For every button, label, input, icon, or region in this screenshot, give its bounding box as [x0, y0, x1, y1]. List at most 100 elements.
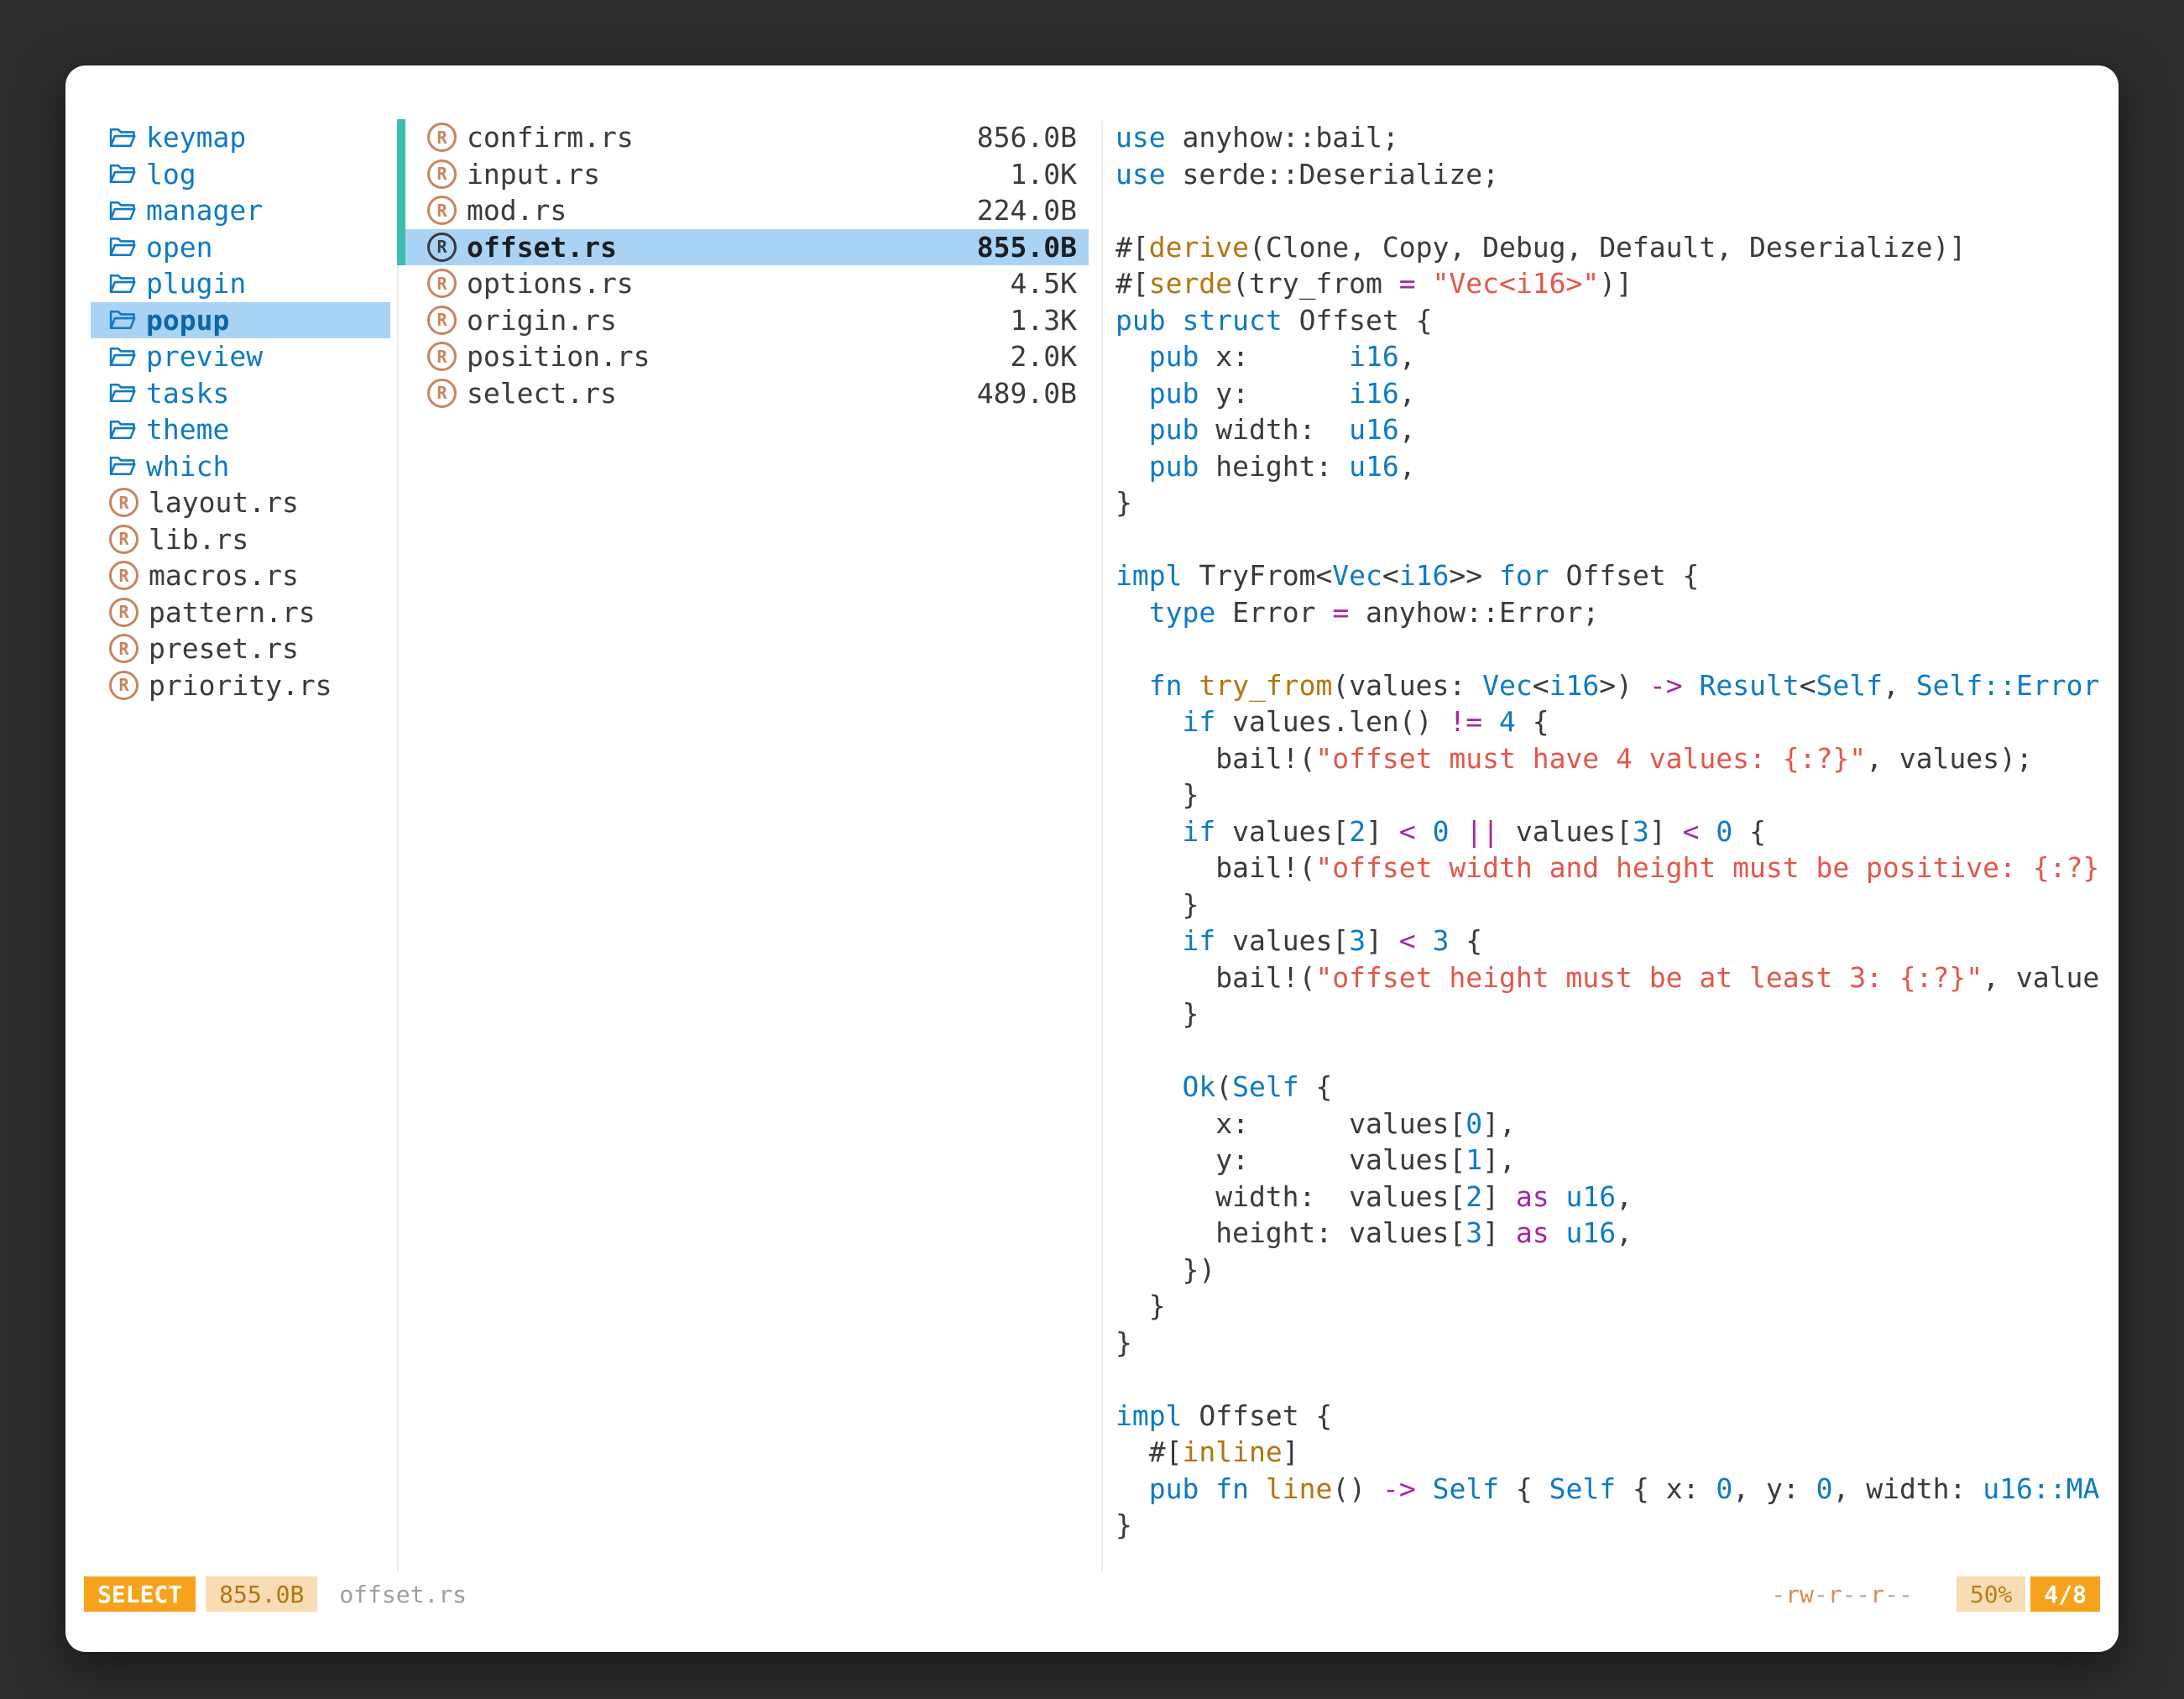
current-pane: confirm.rs 856.0B input.rs 1.0K — [397, 119, 1089, 411]
dir-entry-row[interactable]: popup — [91, 302, 390, 339]
code-line: if values.len() != 4 { — [1116, 703, 2119, 740]
code-line: if values[3] < 3 { — [1116, 923, 2119, 959]
file-size: 1.3K — [1011, 304, 1077, 337]
dir-entry-row[interactable]: pattern.rs — [91, 594, 390, 631]
code-line: } — [1116, 484, 2119, 521]
mode-badge: SELECT — [84, 1576, 196, 1612]
preview-pane: use anyhow::bail;use serde::Deserialize;… — [1102, 119, 2119, 1560]
folder-open-icon — [109, 453, 136, 478]
code-line: } — [1116, 886, 2119, 923]
code-line: Ok(Self { — [1116, 1069, 2119, 1106]
dir-entry-row[interactable]: which — [91, 448, 390, 485]
status-bar: SELECT 855.0B offset.rs -rw-r--r-- 50% 4… — [84, 1576, 2100, 1612]
dir-entry-row[interactable]: macros.rs — [91, 557, 390, 594]
code-line: pub fn line() -> Self { Self { x: 0, y: … — [1116, 1471, 2119, 1508]
dir-entry-row[interactable]: tasks — [91, 375, 390, 412]
marked-indicator — [397, 265, 405, 302]
entry-name: priority.rs — [149, 669, 332, 702]
file-row[interactable]: select.rs 489.0B — [397, 375, 1089, 412]
rust-icon — [427, 269, 457, 298]
code-line — [1116, 1361, 2119, 1398]
code-line: bail!("offset width and height must be p… — [1116, 850, 2119, 886]
code-line: #[inline] — [1116, 1434, 2119, 1471]
folder-open-icon — [109, 380, 136, 405]
dir-entry-row[interactable]: open — [91, 229, 390, 266]
file-size: 1.0K — [1011, 158, 1077, 191]
code-line: pub height: u16, — [1116, 448, 2119, 485]
code-line: bail!("offset height must be at least 3:… — [1116, 959, 2119, 996]
entry-name: open — [146, 231, 212, 264]
entry-name: layout.rs — [149, 486, 299, 519]
dir-entry-row[interactable]: plugin — [91, 265, 390, 302]
code-line: fn try_from(values: Vec<i16>) -> Result<… — [1116, 667, 2119, 704]
code-line: } — [1116, 1288, 2119, 1325]
marked-indicator — [397, 156, 405, 193]
file-row-body: position.rs 2.0K — [405, 338, 1089, 375]
code-line — [1116, 521, 2119, 558]
entry-name: popup — [146, 304, 229, 337]
file-row-body: mod.rs 224.0B — [405, 192, 1089, 229]
status-filename: offset.rs — [339, 1581, 467, 1608]
entry-name: manager — [146, 194, 263, 227]
rust-icon — [109, 488, 138, 517]
entry-name: which — [146, 450, 229, 483]
entry-name: macros.rs — [149, 559, 299, 592]
marked-indicator — [397, 338, 405, 375]
entry-name: theme — [146, 413, 229, 446]
entry-name: preview — [146, 340, 263, 373]
file-row-body: options.rs 4.5K — [405, 265, 1089, 302]
entry-name: keymap — [146, 121, 246, 154]
code-line: x: values[0], — [1116, 1106, 2119, 1142]
dir-entry-row[interactable]: keymap — [91, 119, 390, 156]
permissions: -rw-r--r-- — [1771, 1581, 1913, 1608]
file-size: 2.0K — [1011, 340, 1077, 373]
code-line: bail!("offset must have 4 values: {:?}",… — [1116, 740, 2119, 777]
rust-icon — [427, 342, 457, 371]
file-manager-window: keymap log manager — [65, 65, 2119, 1652]
rust-icon — [427, 123, 457, 152]
file-row[interactable]: input.rs 1.0K — [397, 156, 1089, 193]
code-line: } — [1116, 1507, 2119, 1544]
rust-icon — [109, 561, 138, 590]
rust-icon — [109, 598, 138, 627]
file-row-body: offset.rs 855.0B — [405, 229, 1089, 266]
dir-entry-row[interactable]: log — [91, 156, 390, 193]
file-row[interactable]: options.rs 4.5K — [397, 265, 1089, 302]
dir-entry-row[interactable]: preset.rs — [91, 630, 390, 667]
file-row[interactable]: mod.rs 224.0B — [397, 192, 1089, 229]
file-row-body: input.rs 1.0K — [405, 156, 1089, 193]
folder-open-icon — [109, 271, 136, 296]
file-size: 4.5K — [1011, 267, 1077, 300]
rust-icon — [109, 634, 138, 663]
rust-icon — [427, 306, 457, 335]
code-line: if values[2] < 0 || values[3] < 0 { — [1116, 813, 2119, 850]
file-row[interactable]: position.rs 2.0K — [397, 338, 1089, 375]
entry-name: lib.rs — [149, 523, 248, 556]
dir-entry-row[interactable]: manager — [91, 192, 390, 229]
code-line: y: values[1], — [1116, 1142, 2119, 1179]
file-row[interactable]: origin.rs 1.3K — [397, 302, 1089, 339]
code-line: } — [1116, 1325, 2119, 1362]
code-line: type Error = anyhow::Error; — [1116, 594, 2119, 631]
folder-open-icon — [109, 125, 136, 150]
parent-pane: keymap log manager — [65, 119, 398, 703]
dir-entry-row[interactable]: lib.rs — [91, 521, 390, 558]
dir-entry-row[interactable]: layout.rs — [91, 484, 390, 521]
code-line: } — [1116, 996, 2119, 1032]
code-line: } — [1116, 776, 2119, 813]
dir-entry-row[interactable]: priority.rs — [91, 667, 390, 704]
marked-indicator — [397, 229, 405, 266]
code-line: use serde::Deserialize; — [1116, 156, 2119, 193]
dir-entry-row[interactable]: preview — [91, 338, 390, 375]
entry-name: log — [146, 158, 196, 191]
file-row[interactable]: confirm.rs 856.0B — [397, 119, 1089, 156]
file-row[interactable]: offset.rs 855.0B — [397, 229, 1089, 266]
folder-open-icon — [109, 417, 136, 442]
entry-name: pattern.rs — [149, 596, 316, 629]
file-row-body: confirm.rs 856.0B — [405, 119, 1089, 156]
code-line — [1116, 192, 2119, 229]
rust-icon — [427, 379, 457, 408]
code-line: pub x: i16, — [1116, 338, 2119, 375]
dir-entry-row[interactable]: theme — [91, 411, 390, 448]
marked-indicator — [397, 119, 405, 156]
